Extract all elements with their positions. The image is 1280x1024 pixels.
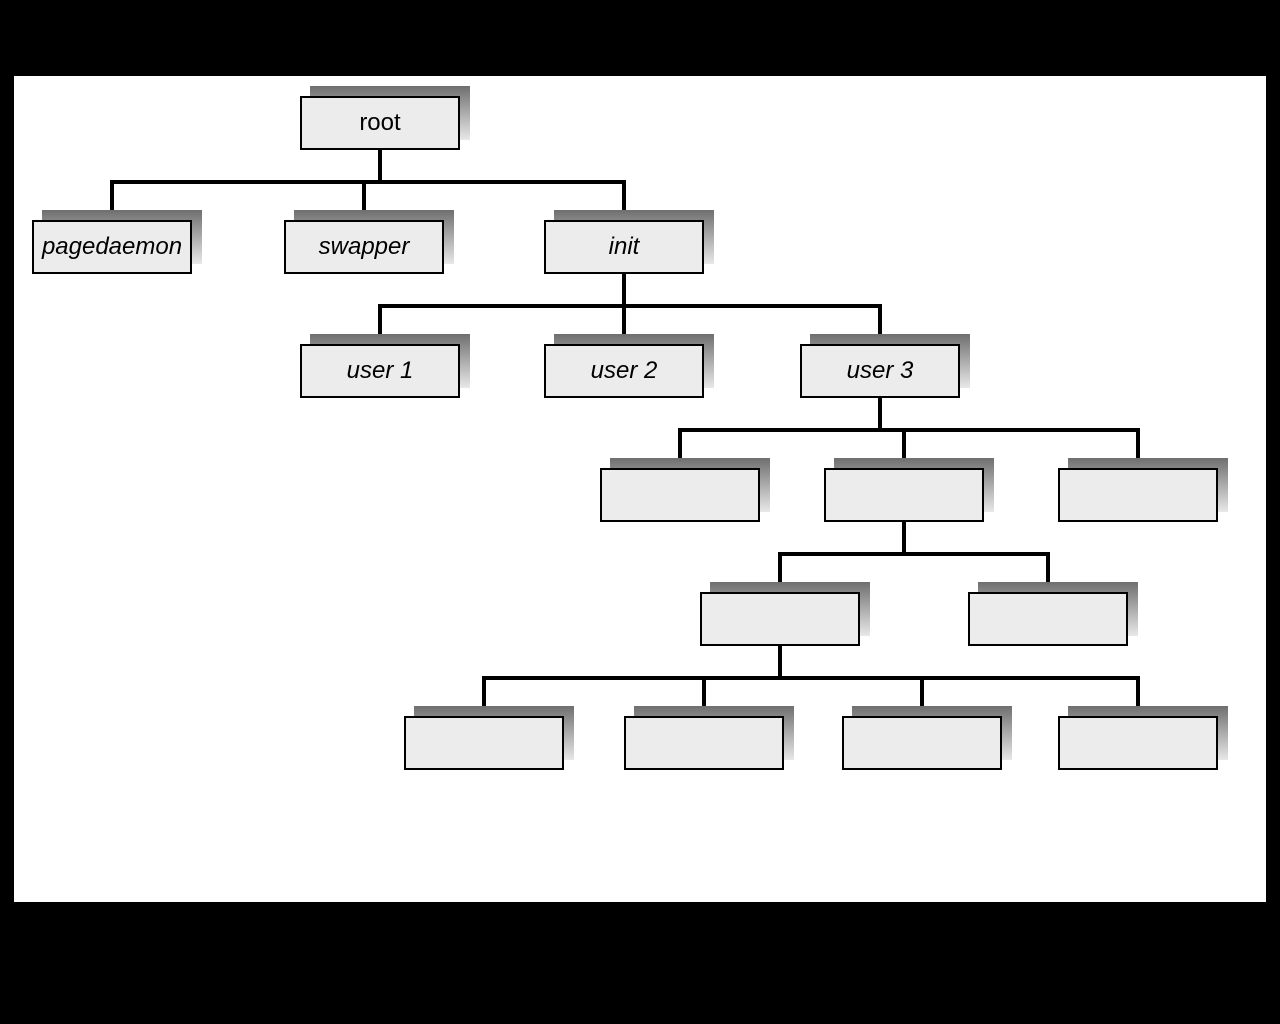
node-root: root [300,96,460,150]
connector [482,676,1140,680]
node-init: init [544,220,704,274]
node-swapper: swapper [284,220,444,274]
connector [110,180,624,184]
connector [622,274,626,304]
node-l5c [842,716,1002,770]
connector [778,552,1050,556]
node-label: root [359,109,400,137]
node-label: swapper [319,233,410,261]
node-label: init [609,233,640,261]
node-user1: user 1 [300,344,460,398]
node-label: user 1 [347,357,414,385]
node-label: user 2 [591,357,658,385]
node-l5d [1058,716,1218,770]
connector [902,522,906,552]
connector [378,304,882,308]
node-label: user 3 [847,357,914,385]
connector [878,398,882,428]
connector [378,150,382,180]
connector [678,428,1140,432]
node-user3: user 3 [800,344,960,398]
node-l4a [700,592,860,646]
node-label: pagedaemon [42,233,182,261]
node-l3a [600,468,760,522]
node-l5a [404,716,564,770]
node-l3b [824,468,984,522]
node-l4b [968,592,1128,646]
connector [778,646,782,676]
node-pagedaemon: pagedaemon [32,220,192,274]
node-user2: user 2 [544,344,704,398]
diagram-canvas: root pagedaemon swapper init user 1 user… [14,76,1266,902]
node-l5b [624,716,784,770]
node-l3c [1058,468,1218,522]
